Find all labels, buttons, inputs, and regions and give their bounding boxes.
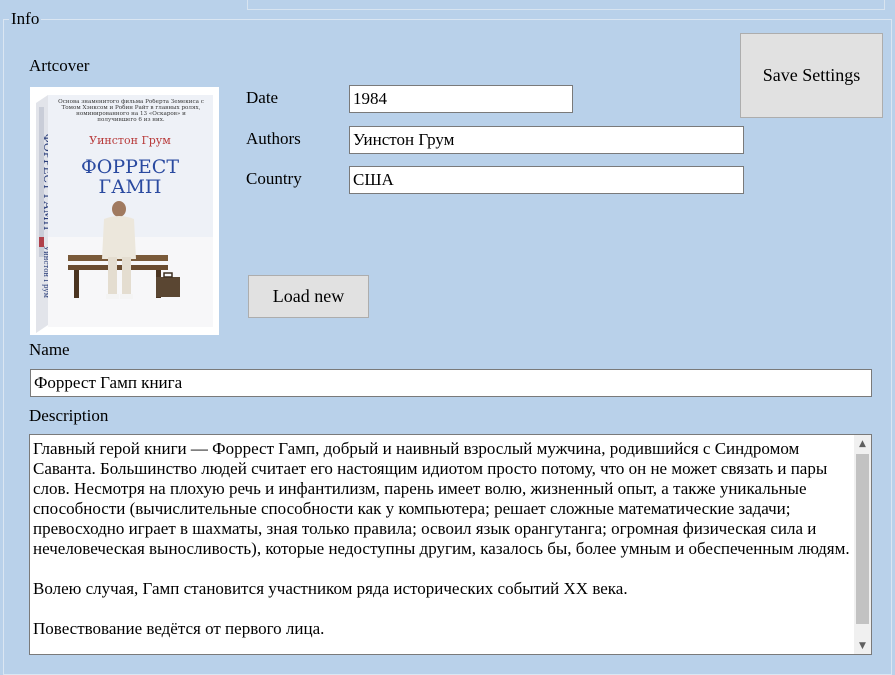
scroll-up-arrow-icon[interactable]: ▲ — [854, 435, 871, 452]
load-new-button[interactable]: Load new — [248, 275, 369, 318]
upper-panel-frame — [247, 0, 885, 10]
scroll-down-arrow-icon[interactable]: ▼ — [854, 637, 871, 654]
description-text: Главный герой книги — Форрест Гамп, добр… — [33, 439, 850, 638]
description-scrollbar[interactable]: ▲ ▼ — [854, 435, 871, 654]
artcover-image: ФОРРЕСТ ГАМП Уинстон Грум Основа знамени… — [30, 87, 219, 335]
name-label: Name — [29, 340, 70, 359]
cover-author: Уинстон Грум — [89, 134, 171, 147]
country-label: Country — [246, 169, 302, 188]
scrollbar-thumb[interactable] — [856, 454, 869, 624]
info-group-title: Info — [9, 9, 42, 29]
cover-title-line2: ГАМП — [99, 176, 162, 198]
authors-label: Authors — [246, 129, 301, 148]
authors-field[interactable]: Уинстон Грум — [349, 126, 744, 154]
name-field[interactable]: Форрест Гамп книга — [30, 369, 872, 397]
cover-title-line1: ФОРРЕСТ — [81, 156, 179, 178]
artcover-label: Artcover — [29, 56, 90, 75]
description-textarea[interactable]: Главный герой книги — Форрест Гамп, добр… — [29, 434, 872, 655]
save-settings-button[interactable]: Save Settings — [740, 33, 883, 118]
cover-blurb: Основа знаменитого фильма Роберта Земеки… — [58, 99, 204, 123]
date-label: Date — [246, 88, 279, 107]
date-field[interactable]: 1984 — [349, 85, 573, 113]
country-field[interactable]: США — [349, 166, 744, 194]
description-label: Description — [29, 406, 109, 425]
